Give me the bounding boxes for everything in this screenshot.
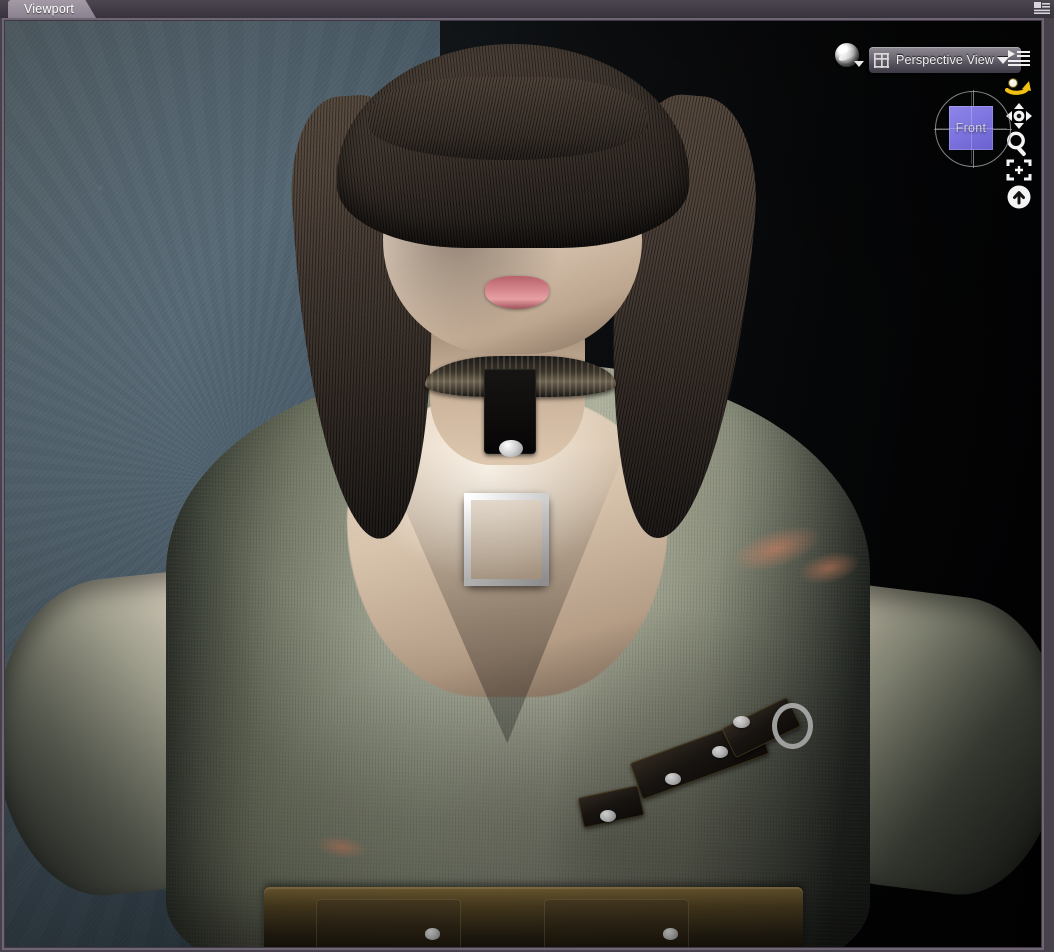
viewport-grid-icon xyxy=(874,52,889,68)
tab-menu-icon[interactable] xyxy=(1033,1,1051,16)
scene-vignette xyxy=(5,21,1041,947)
reset-camera-icon[interactable] xyxy=(1006,184,1032,210)
view-select-dropdown[interactable]: Perspective View xyxy=(869,47,1021,73)
viewport-canvas[interactable]: Perspective View Front xyxy=(4,20,1042,948)
viewport-options-icon[interactable] xyxy=(1006,48,1032,72)
view-orientation-cube[interactable]: Front xyxy=(933,89,1013,169)
view-cube-face[interactable]: Front xyxy=(935,92,1007,164)
render-scene xyxy=(5,21,1041,947)
view-select-value: Perspective View xyxy=(896,53,995,67)
caret-down-icon xyxy=(854,61,864,67)
tab-viewport[interactable]: Viewport xyxy=(8,0,97,18)
shading-mode-button[interactable] xyxy=(833,42,865,72)
view-cube-label: Front xyxy=(955,121,987,135)
application-window: Viewport Perspective View Front xyxy=(0,0,1054,952)
tab-strip: Viewport xyxy=(0,0,1054,18)
viewport-frame: Perspective View Front xyxy=(2,18,1044,950)
